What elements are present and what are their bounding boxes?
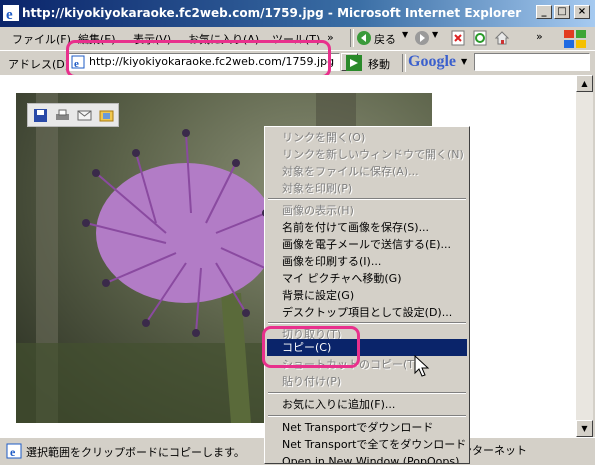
close-button[interactable]: ×: [574, 5, 590, 19]
ctx-print-target[interactable]: 対象を印刷(P): [267, 180, 467, 197]
menu-file[interactable]: ファイル(F): [12, 31, 71, 47]
ctx-net-transport-download-all[interactable]: Net Transportで全てをダウンロード: [267, 436, 467, 453]
google-search-input[interactable]: [474, 53, 590, 71]
forward-dropdown-chevron-icon[interactable]: ▼: [432, 30, 438, 39]
ctx-show-picture[interactable]: 画像の表示(H): [267, 202, 467, 219]
windows-logo-icon: [564, 30, 586, 48]
back-arrow-icon[interactable]: [356, 30, 372, 46]
copy-highlight-ring: [262, 326, 360, 368]
ctx-separator: [268, 198, 466, 200]
mouse-cursor-icon: [414, 355, 430, 377]
svg-text:e: e: [10, 445, 16, 459]
back-button-label[interactable]: 戻る: [374, 31, 396, 47]
ctx-set-as-background[interactable]: 背景に設定(G): [267, 287, 467, 304]
ctx-print-picture[interactable]: 画像を印刷する(I)...: [267, 253, 467, 270]
context-menu: リンクを開く(O) リンクを新しいウィンドウで開く(N) 対象をファイルに保存(…: [264, 126, 470, 464]
title-bar: e http://kiyokiyokaraoke.fc2web.com/1759…: [0, 0, 595, 27]
ctx-open-link-new-window[interactable]: リンクを新しいウィンドウで開く(N): [267, 146, 467, 163]
toolbar-overflow-chevron[interactable]: »: [536, 30, 543, 43]
scroll-up-arrow-icon[interactable]: ▲: [576, 75, 593, 92]
address-highlight-ring: [66, 40, 331, 78]
address-label: アドレス(D): [8, 58, 70, 71]
status-text: 選択範囲をクリップボードにコピーします。: [26, 446, 245, 459]
stop-icon[interactable]: [450, 30, 466, 46]
forward-arrow-icon[interactable]: [414, 30, 430, 46]
back-dropdown-chevron-icon[interactable]: ▼: [402, 30, 408, 39]
status-page-icon: e: [6, 443, 22, 459]
save-image-icon[interactable]: [33, 108, 48, 123]
ctx-open-in-new-window[interactable]: Open in New Window (PopOops): [267, 453, 467, 463]
ctx-separator: [268, 322, 466, 324]
ctx-open-link[interactable]: リンクを開く(O): [267, 129, 467, 146]
home-icon[interactable]: [494, 30, 510, 46]
google-logo[interactable]: Google: [408, 53, 456, 71]
window-title: http://kiyokiyokaraoke.fc2web.com/1759.j…: [22, 6, 522, 20]
image-toolbar: [27, 103, 119, 127]
email-image-icon[interactable]: [77, 108, 92, 123]
go-button-label[interactable]: 移動: [368, 56, 390, 72]
ctx-separator: [268, 415, 466, 417]
minimize-button[interactable]: _: [536, 5, 552, 19]
refresh-icon[interactable]: [472, 30, 488, 46]
address-separator: [402, 54, 406, 72]
vertical-scrollbar[interactable]: ▲ ▼: [576, 75, 593, 437]
ctx-email-picture[interactable]: 画像を電子メールで送信する(E)...: [267, 236, 467, 253]
scroll-down-arrow-icon[interactable]: ▼: [576, 420, 593, 437]
ctx-set-as-desktop-item[interactable]: デスクトップ項目として設定(D)...: [267, 304, 467, 321]
my-pictures-icon[interactable]: [99, 108, 114, 123]
go-arrow-icon[interactable]: [346, 55, 362, 71]
ctx-save-target[interactable]: 対象をファイルに保存(A)...: [267, 163, 467, 180]
ctx-separator: [268, 392, 466, 394]
ie-logo-icon: e: [3, 5, 19, 21]
ctx-paste[interactable]: 貼り付け(P): [267, 373, 467, 390]
google-dropdown-chevron-icon[interactable]: ▼: [461, 57, 467, 66]
print-image-icon[interactable]: [55, 108, 70, 123]
ctx-go-to-my-pictures[interactable]: マイ ピクチャへ移動(G): [267, 270, 467, 287]
toolbar-separator: [350, 29, 354, 47]
ctx-net-transport-download[interactable]: Net Transportでダウンロード: [267, 419, 467, 436]
nav-toolbar: 戻る ▼ ▼ »: [350, 27, 550, 49]
svg-text:e: e: [6, 7, 13, 21]
maximize-button[interactable]: □: [554, 5, 570, 19]
ctx-save-picture-as[interactable]: 名前を付けて画像を保存(S)...: [267, 219, 467, 236]
ctx-add-to-favorites[interactable]: お気に入りに追加(F)...: [267, 396, 467, 413]
